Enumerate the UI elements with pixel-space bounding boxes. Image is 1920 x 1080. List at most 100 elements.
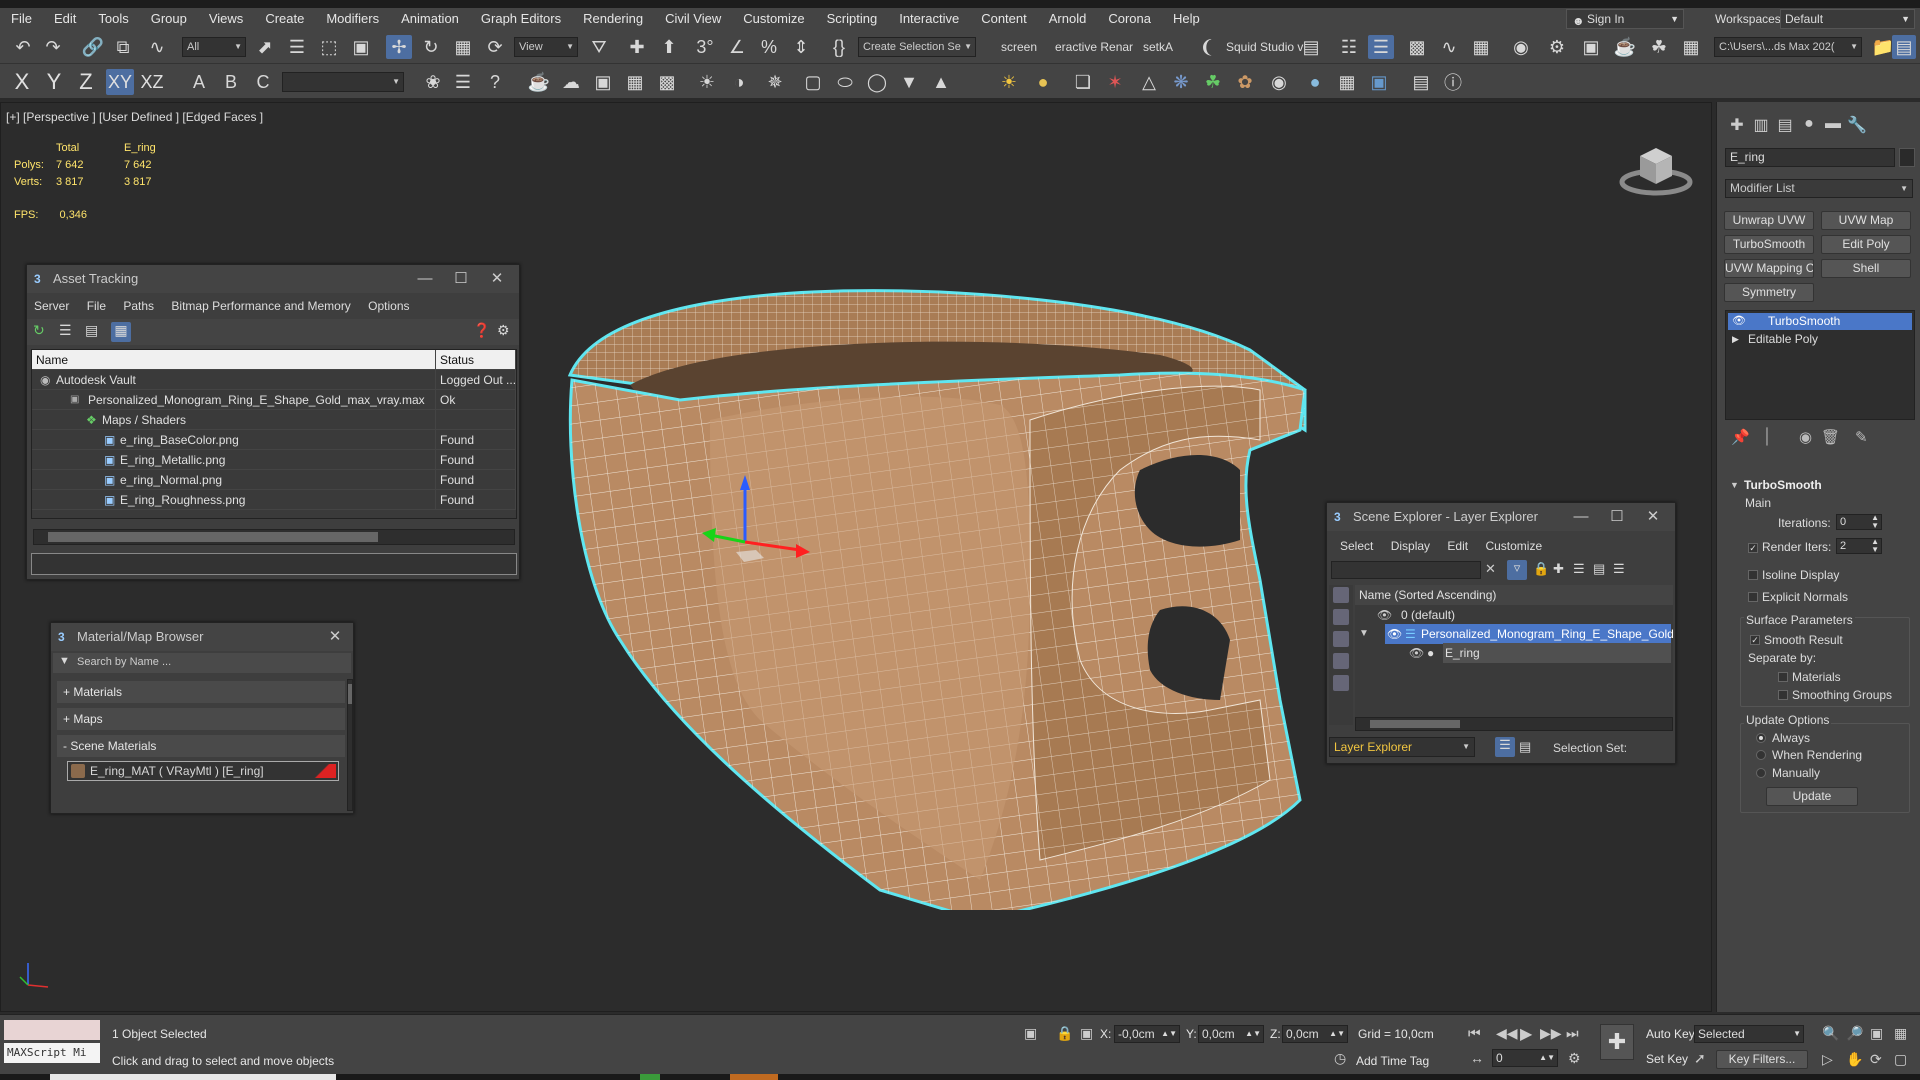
modify-tab-icon[interactable]: ▥	[1749, 115, 1773, 137]
x-coordinate-field[interactable]: -0,0cm ▲▼	[1114, 1025, 1180, 1043]
grid-icon[interactable]: ▦	[622, 70, 648, 94]
viewport-label[interactable]: [+] [Perspective ] [User Defined ] [Edge…	[6, 110, 263, 124]
object-name-field[interactable]: E_ring	[1725, 148, 1895, 167]
material-editor-icon[interactable]: ◉	[1508, 35, 1534, 59]
edit-named-selection-icon[interactable]: {}	[826, 35, 852, 59]
layer-row-monogram-ring[interactable]: ▼ 👁 ☰ Personalized_Monogram_Ring_E_Shape…	[1359, 624, 1674, 644]
utilities-tab-icon[interactable]: 🔧	[1845, 115, 1869, 137]
text-shape-icon[interactable]: A	[186, 70, 212, 94]
render-iterative-icon[interactable]: ☘	[1646, 35, 1672, 59]
spinner-arrows-icon[interactable]: ▲▼	[1245, 1026, 1261, 1042]
render-elements-icon[interactable]: ▦	[1334, 70, 1360, 94]
hierarchy-tab-icon[interactable]: ▤	[1773, 115, 1797, 137]
zoom-extents-all-icon[interactable]: ▦	[1894, 1025, 1907, 1042]
horizontal-scrollbar[interactable]	[33, 529, 515, 545]
objects-filter-icon[interactable]	[1333, 587, 1349, 603]
light-icon[interactable]: ☀	[694, 70, 720, 94]
explicit-normals-checkbox[interactable]	[1748, 592, 1758, 602]
menu-file[interactable]: File	[0, 8, 43, 30]
menu-group[interactable]: Group	[140, 8, 198, 30]
help-icon[interactable]: ❓	[473, 322, 490, 339]
turbosmooth-button[interactable]: TurboSmooth	[1724, 235, 1814, 254]
sun-icon[interactable]: ☀	[996, 70, 1022, 94]
axis-xz-button[interactable]: XZ	[138, 69, 166, 95]
axis-y-button[interactable]: Y	[40, 69, 68, 95]
bind-space-warp-icon[interactable]: ∿	[144, 35, 170, 59]
zoom-icon[interactable]: 🔍	[1822, 1025, 1839, 1042]
dome-light-icon[interactable]: ●	[1030, 70, 1056, 94]
tube-icon[interactable]: ◑	[726, 70, 752, 94]
key-filters-button[interactable]: Key Filters...	[1716, 1050, 1808, 1069]
curve-shape-icon[interactable]: C	[250, 70, 276, 94]
menu-content[interactable]: Content	[970, 8, 1038, 30]
maxscript-mini-listener[interactable]: MAXScript Mi	[4, 1043, 100, 1063]
material-search-bar[interactable]: ▼ Search by Name ...	[53, 653, 351, 673]
chevron-right-icon[interactable]: ▶	[1732, 331, 1739, 348]
pin-stack-icon[interactable]: 📌	[1731, 428, 1750, 446]
add-time-tag[interactable]: Add Time Tag	[1356, 1054, 1429, 1068]
menu-server[interactable]: Server	[27, 299, 76, 313]
pan-icon[interactable]: ✋	[1846, 1051, 1863, 1068]
layer-options-icon[interactable]: ▤	[1519, 739, 1531, 755]
eye-icon[interactable]: 👁	[1377, 605, 1392, 625]
refresh-icon[interactable]: ↻	[33, 322, 51, 340]
stack-item-turbosmooth[interactable]: 👁 TurboSmooth	[1728, 313, 1912, 330]
menu-graph-editors[interactable]: Graph Editors	[470, 8, 572, 30]
table-row[interactable]: ▣ e_ring_BaseColor.png	[32, 430, 436, 450]
uvw-map-button[interactable]: UVW Map	[1821, 211, 1911, 230]
ribbon-icon[interactable]: ▩	[1404, 35, 1430, 59]
layer-row-default[interactable]: 👁 0 (default)	[1355, 605, 1673, 625]
bowl-icon[interactable]: ▼	[896, 70, 922, 94]
axis-x-button[interactable]: X	[8, 69, 36, 95]
help-icon[interactable]: ?	[482, 70, 508, 94]
axis-z-button[interactable]: Z	[72, 69, 100, 95]
update-always-radio[interactable]	[1756, 733, 1766, 743]
helpers-filter-icon[interactable]	[1333, 675, 1349, 691]
display-tab-icon[interactable]: ▬	[1821, 115, 1845, 137]
rect-selection-icon[interactable]: ⬚	[316, 35, 342, 59]
redo-icon[interactable]: ↷	[40, 35, 66, 59]
materials-group[interactable]: + Materials	[57, 681, 345, 703]
shell-button[interactable]: Shell	[1821, 259, 1911, 278]
detail-view-icon[interactable]: ▤	[85, 322, 103, 340]
table-row[interactable]: ▣ e_ring_Normal.png	[32, 470, 436, 490]
spinner-snap-icon[interactable]: ⇕	[788, 35, 814, 59]
material-search-input[interactable]: Search by Name ...	[77, 656, 171, 668]
make-unique-icon[interactable]: ◉	[1799, 428, 1812, 446]
update-manually-radio[interactable]	[1756, 768, 1766, 778]
remove-modifier-icon[interactable]: 🗑	[1821, 428, 1840, 446]
filter-icon[interactable]: ▿	[1507, 560, 1527, 580]
unlink-icon[interactable]: ⧉	[110, 35, 136, 59]
viewcube[interactable]	[1618, 138, 1694, 200]
window-crossing-icon[interactable]: ▣	[348, 35, 374, 59]
menu-edit[interactable]: Edit	[1440, 539, 1475, 553]
schematic-view-icon[interactable]: ▦	[1468, 35, 1494, 59]
name-column-header[interactable]: Name (Sorted Ascending)	[1355, 585, 1673, 605]
layer-toggle-icon[interactable]: ☰	[1495, 737, 1515, 757]
table-row[interactable]: ◉ Autodesk Vault	[32, 370, 436, 390]
select-manipulate-icon[interactable]: ✚	[624, 35, 650, 59]
key-set-select[interactable]: Selected ▼	[1694, 1025, 1804, 1043]
key-tangent-icon[interactable]: ➚	[1694, 1050, 1706, 1067]
configure-sets-icon[interactable]: ✎	[1855, 428, 1868, 446]
rendered-frame-icon[interactable]: ▣	[1578, 35, 1604, 59]
taskbar-item[interactable]	[50, 1074, 336, 1080]
render-iters-spinner[interactable]: 2 ▲ ▼	[1836, 538, 1882, 554]
menu-options[interactable]: Options	[361, 299, 416, 313]
add-layer-icon[interactable]: ✚	[1553, 561, 1564, 577]
goto-start-icon[interactable]: ⏮	[1468, 1025, 1481, 1042]
chevron-down-icon[interactable]: ▼	[1359, 624, 1369, 644]
auto-key-button[interactable]: Auto Key	[1646, 1027, 1695, 1041]
list-view-icon[interactable]: ☰	[59, 322, 77, 340]
isolate-selection-icon[interactable]: ▣	[1024, 1025, 1037, 1042]
menu-select[interactable]: Select	[1333, 539, 1380, 553]
create-selection-set-select[interactable]: Create Selection Se ▼	[858, 37, 976, 57]
layer-explorer-icon[interactable]: ☰	[1368, 35, 1394, 59]
menu-paths[interactable]: Paths	[116, 299, 161, 313]
close-icon[interactable]: ✕	[1639, 503, 1667, 531]
maximize-icon[interactable]: ☐	[447, 265, 475, 293]
spinner-arrows-icon[interactable]: ▲▼	[1329, 1026, 1345, 1042]
time-tag-icon[interactable]: ◷	[1334, 1050, 1346, 1067]
eye-icon[interactable]: 👁	[1409, 643, 1424, 663]
menu-customize[interactable]: Customize	[1478, 539, 1549, 553]
